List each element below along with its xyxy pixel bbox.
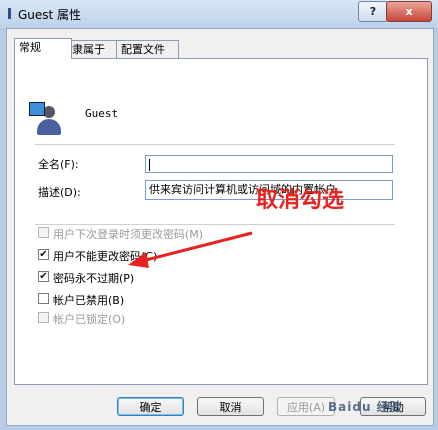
- checkbox-checked[interactable]: ✔: [38, 249, 49, 260]
- window-title: Guest 属性: [18, 8, 82, 22]
- cancel-button[interactable]: 取消: [197, 397, 264, 416]
- divider: [35, 144, 395, 145]
- checkbox: [38, 312, 49, 323]
- ok-button[interactable]: 确定: [117, 397, 184, 416]
- title-help-button[interactable]: ?: [358, 1, 388, 22]
- apply-button: 应用(A): [277, 397, 335, 416]
- checkbox: [38, 227, 49, 238]
- window-icon: [8, 8, 11, 19]
- close-button[interactable]: x: [386, 1, 432, 22]
- text-caret: [149, 159, 150, 171]
- tab-general[interactable]: 常规: [14, 38, 72, 59]
- description-label: 描述(D):: [38, 186, 81, 199]
- checkbox[interactable]: [38, 293, 49, 304]
- username-label: Guest: [85, 107, 119, 120]
- user-account-icon: [29, 102, 61, 136]
- annotation-text: 取消勾选: [256, 188, 345, 213]
- title-bar: Guest 属性 ? x: [0, 0, 438, 28]
- tab-profile[interactable]: 配置文件: [116, 40, 179, 58]
- general-panel: Guest 全名(F): 描述(D): 供来宾访问计算机或访问域的内置帐户 用户…: [14, 58, 428, 385]
- tab-member-of[interactable]: 隶属于: [67, 40, 117, 58]
- watermark-logo: Baidu 经验: [328, 400, 403, 414]
- fullname-label: 全名(F):: [38, 158, 79, 171]
- properties-dialog: 常规 隶属于 配置文件 Guest 全名(F): 描述(D): 供来宾访问计算机…: [6, 28, 434, 426]
- divider: [35, 224, 395, 225]
- checkbox-checked[interactable]: ✔: [38, 271, 49, 282]
- fullname-field[interactable]: [145, 155, 393, 173]
